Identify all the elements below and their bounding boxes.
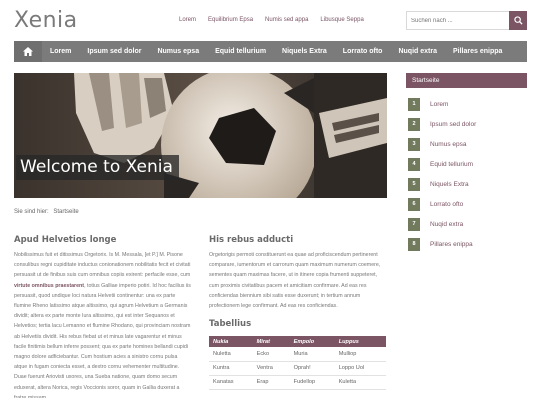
table-row: Kanatas Erap Fudellop Kuletta — [209, 375, 386, 390]
main-nav-item[interactable]: Lorem — [42, 41, 79, 62]
home-button[interactable] — [14, 41, 42, 62]
sidebar-item-label[interactable]: Pillares enippa — [430, 241, 473, 248]
main-nav-item[interactable]: Numus epsa — [149, 41, 207, 62]
hero-title: Welcome to Xenia — [16, 155, 179, 180]
sidebar-item-label[interactable]: Nuqid extra — [430, 221, 463, 228]
top-nav-item[interactable]: Equilibrium Epsa — [208, 17, 253, 23]
table-cell: Erap — [252, 375, 290, 390]
table-header-cell: Luppus — [334, 336, 386, 347]
main-nav-item[interactable]: Nuqid extra — [390, 41, 445, 62]
sidebar-item[interactable]: 6 Lorrato ofto — [406, 194, 527, 214]
sidebar-item[interactable]: 7 Nuqid extra — [406, 214, 527, 234]
breadcrumb-current[interactable]: Startseite — [53, 209, 78, 215]
sidebar-item-number: 8 — [408, 237, 420, 251]
table-cell: Nuletta — [209, 347, 253, 362]
sidebar-item[interactable]: 4 Equid tellurium — [406, 154, 527, 174]
sidebar-list: 1 Lorem 2 Ipsum sed dolor 3 Numus epsa 4… — [406, 94, 527, 254]
sidebar-item-label[interactable]: Lorrato ofto — [430, 201, 463, 208]
table-header-cell: Nukia — [209, 336, 253, 347]
left-column-text: Nobilissimus fuit et ditissimus Orgetori… — [14, 250, 192, 398]
breadcrumb-prefix: Sie sind hier: — [14, 209, 49, 215]
sidebar-item[interactable]: 1 Lorem — [406, 94, 527, 114]
table-cell: Mulliop — [334, 347, 386, 362]
top-nav: Lorem Equilibrium Epsa Numis sed appa Li… — [179, 17, 364, 23]
sidebar-item-number: 6 — [408, 197, 420, 211]
table-cell: Kanatas — [209, 375, 253, 390]
sidebar-item[interactable]: 2 Ipsum sed dolor — [406, 114, 527, 134]
table-header-cell: Mirat — [252, 336, 290, 347]
main-nav-item[interactable]: Niquels Extra — [274, 41, 335, 62]
left-text-part: , totius Galliae imperio potiri. Id hoc … — [14, 282, 191, 398]
table-row: Kuntra Ventra Oprah! Loppo Uol — [209, 361, 386, 376]
data-table: Nukia Mirat Empolo Luppus Nuletta Ecko M… — [209, 336, 386, 390]
sidebar-item-label[interactable]: Numus epsa — [430, 141, 467, 148]
sidebar-item-label[interactable]: Equid tellurium — [430, 161, 473, 168]
sidebar-item[interactable]: 8 Pillares enippa — [406, 234, 527, 254]
left-column-heading: Apud Helvetios longe — [14, 235, 117, 245]
sidebar-item-number: 4 — [408, 157, 420, 171]
site-logo[interactable]: Xenia — [14, 8, 78, 33]
left-text-highlight-link[interactable]: virtute omnibus praestarent — [14, 283, 84, 289]
search-input[interactable] — [406, 11, 509, 30]
table-header-row: Nukia Mirat Empolo Luppus — [209, 336, 386, 347]
sidebar-item-label[interactable]: Lorem — [430, 101, 448, 108]
table-cell: Kuletta — [334, 375, 386, 390]
main-nav-item[interactable]: Pillares enippa — [445, 41, 510, 62]
table-heading: Tabellius — [209, 319, 252, 329]
sidebar-item-number: 5 — [408, 177, 420, 191]
main-nav-item[interactable]: Lorrato ofto — [335, 41, 391, 62]
table-cell: Muria — [289, 347, 335, 362]
main-nav: Lorem Ipsum sed dolor Numus epsa Equid t… — [14, 41, 527, 62]
sidebar-item[interactable]: 3 Numus epsa — [406, 134, 527, 154]
breadcrumb: Sie sind hier: Startseite — [14, 209, 82, 215]
table-header-cell: Empolo — [289, 336, 335, 347]
table-cell: Ecko — [252, 347, 290, 362]
top-nav-item[interactable]: Libusque Seppa — [320, 17, 363, 23]
search-box — [406, 11, 527, 30]
home-icon — [23, 47, 33, 56]
search-button[interactable] — [509, 11, 527, 30]
sidebar-item-number: 1 — [408, 97, 420, 111]
main-nav-item[interactable]: Equid tellurium — [207, 41, 274, 62]
main-nav-item[interactable]: Ipsum sed dolor — [79, 41, 149, 62]
table-cell: Oprah! — [289, 361, 335, 376]
left-text-part: Nobilissimus fuit et ditissimus Orgetori… — [14, 252, 191, 279]
right-column-heading: His rebus adducti — [209, 235, 294, 245]
table-cell: Ventra — [252, 361, 290, 376]
table-cell: Kuntra — [209, 361, 253, 376]
top-nav-item[interactable]: Lorem — [179, 17, 196, 23]
table-row: Nuletta Ecko Muria Mulliop — [209, 347, 386, 362]
sidebar-item[interactable]: 5 Niquels Extra — [406, 174, 527, 194]
sidebar-item-number: 3 — [408, 137, 420, 151]
table-cell: Fudellop — [289, 375, 335, 390]
sidebar-item-number: 2 — [408, 117, 420, 131]
sidebar-item-label[interactable]: Niquels Extra — [430, 181, 469, 188]
sidebar: Startseite 1 Lorem 2 Ipsum sed dolor 3 N… — [406, 73, 527, 254]
search-icon — [513, 16, 523, 25]
sidebar-item-number: 7 — [408, 217, 420, 231]
right-column-text: Orgetorigis permoti constituerunt ea qua… — [209, 252, 381, 310]
sidebar-item-label[interactable]: Ipsum sed dolor — [430, 121, 476, 128]
sidebar-title[interactable]: Startseite — [406, 73, 527, 88]
table-cell: Loppo Uol — [334, 361, 386, 376]
top-nav-item[interactable]: Numis sed appa — [265, 17, 308, 23]
